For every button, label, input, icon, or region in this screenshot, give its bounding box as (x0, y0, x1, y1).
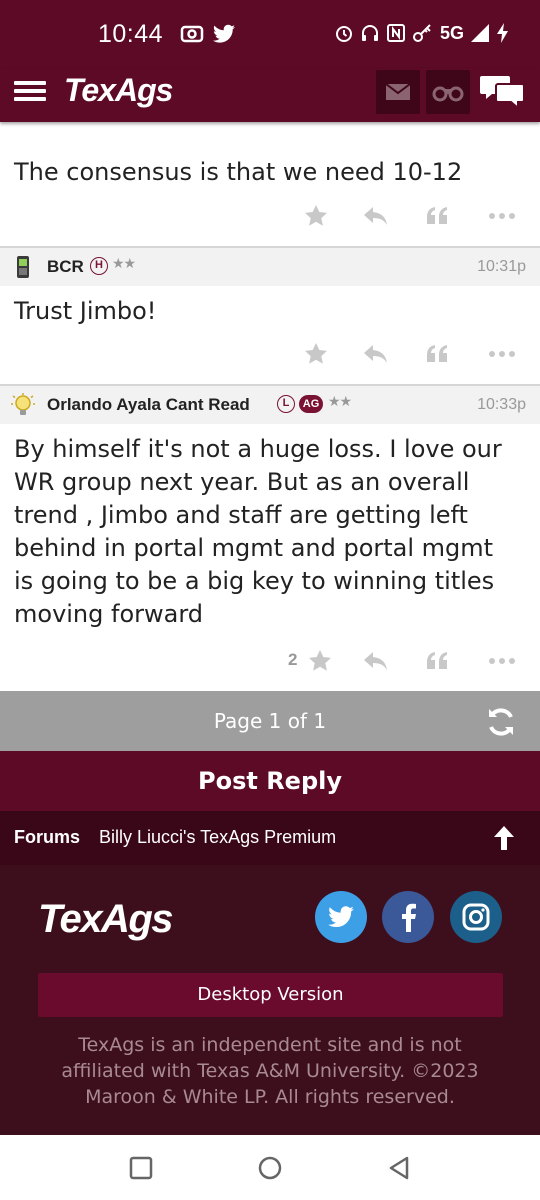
instagram-link[interactable] (450, 891, 502, 943)
breadcrumb-forums-link[interactable]: Forums (14, 827, 80, 848)
app-header: TexAgs (0, 68, 540, 122)
system-nav-bar (0, 1135, 540, 1200)
post-reply-button[interactable]: Post Reply (0, 751, 540, 811)
reply-button[interactable] (356, 641, 396, 681)
network-label: 5G (439, 22, 464, 43)
twitter-status-icon (213, 24, 235, 43)
post-time: 10:31p (477, 258, 526, 275)
more-icon (489, 658, 515, 664)
post-body: The consensus is that we need 10-12 (14, 158, 463, 186)
screen-record-icon (180, 25, 204, 43)
footer-logo[interactable]: TexAgs (38, 897, 174, 942)
alarm-icon (335, 26, 352, 42)
desktop-version-button[interactable]: Desktop Version (38, 973, 503, 1017)
arrow-up-icon[interactable] (490, 823, 518, 853)
more-icon (489, 351, 515, 357)
twitter-icon (328, 906, 354, 928)
twitter-link[interactable] (315, 891, 367, 943)
star-icon (305, 343, 327, 364)
reply-icon (364, 652, 387, 670)
status-notification-icons (180, 24, 236, 44)
post-actions (0, 196, 540, 236)
quote-button[interactable] (418, 641, 458, 681)
quote-button[interactable] (418, 196, 458, 236)
breadcrumb-current-link[interactable]: Billy Liucci's TexAgs Premium (99, 827, 336, 848)
post-body-line: trend , Jimbo and staff are getting left (14, 501, 468, 529)
menu-icon[interactable] (14, 77, 48, 107)
user-stars: ★★ (328, 394, 352, 410)
post-header: BCR H ★★ 10:31p (0, 248, 540, 286)
facebook-link[interactable] (382, 891, 434, 943)
like-button[interactable] (296, 334, 336, 374)
breadcrumb: Forums Billy Liucci's TexAgs Premium (0, 811, 540, 865)
star-icon (309, 650, 331, 671)
page-indicator[interactable]: Page 1 of 1 (0, 709, 540, 733)
chat-button[interactable] (480, 72, 526, 112)
post-body-line: WR group next year. But as an overall (14, 468, 470, 496)
status-bar: 10:44 5G (0, 0, 540, 68)
like-button[interactable] (296, 196, 336, 236)
status-system-icons: 5G (334, 22, 510, 44)
like-count: 2 (288, 650, 298, 669)
reply-button[interactable] (356, 196, 396, 236)
more-button[interactable] (484, 334, 520, 374)
facebook-icon (402, 903, 416, 932)
post-actions (0, 334, 540, 374)
more-button[interactable] (484, 196, 520, 236)
post-body-line: behind in portal mgmt and portal mgmt (14, 534, 494, 562)
post-header: Orlando Ayala Cant Read L AG ★★ 10:33p (0, 386, 540, 424)
quote-icon (427, 207, 447, 224)
reply-button[interactable] (356, 334, 396, 374)
more-button[interactable] (484, 641, 520, 681)
footer-disclaimer: TexAgs is an independent site and is not… (61, 1034, 479, 1108)
post-body-line: moving forward (14, 600, 204, 628)
nfc-icon (386, 24, 405, 42)
quote-icon (427, 345, 447, 362)
user-badge: L (277, 395, 295, 413)
footer: TexAgs Desktop Version TexAgs is an inde… (0, 865, 540, 1135)
reply-icon (364, 345, 387, 363)
user-stars: ★★ (112, 256, 136, 272)
post-body: Trust Jimbo! (14, 297, 157, 325)
more-icon (489, 213, 515, 219)
post-actions: 2 (0, 641, 540, 681)
user-badge: H (90, 257, 108, 275)
post-time: 10:33p (477, 396, 526, 413)
phone-icon (17, 256, 29, 278)
mail-button[interactable] (376, 70, 420, 114)
quote-icon (427, 652, 447, 669)
like-button[interactable] (300, 641, 340, 681)
chat-icon (480, 76, 525, 111)
refresh-icon[interactable] (484, 705, 518, 739)
signal-icon (471, 24, 489, 42)
mail-icon (385, 83, 411, 100)
headset-icon (361, 25, 378, 41)
status-time: 10:44 (98, 20, 164, 48)
post-username[interactable]: Orlando Ayala Cant Read (47, 395, 250, 415)
recents-icon[interactable] (126, 1153, 156, 1183)
back-icon[interactable] (385, 1153, 415, 1183)
binoculars-button[interactable] (426, 70, 470, 114)
quote-button[interactable] (418, 334, 458, 374)
brand-logo[interactable]: TexAgs (64, 72, 173, 109)
instagram-icon (462, 903, 490, 931)
user-badge: AG (299, 395, 323, 413)
home-icon[interactable] (255, 1153, 285, 1183)
post-body-line: By himself it's not a huge loss. I love … (14, 435, 502, 463)
post-username[interactable]: BCR (47, 257, 84, 277)
lightbulb-icon (11, 393, 35, 415)
reply-icon (364, 207, 387, 225)
binoculars-icon (432, 86, 464, 102)
pagination-bar: Page 1 of 1 (0, 691, 540, 751)
star-icon (305, 205, 327, 226)
key-icon (412, 24, 431, 42)
post-body-line: is going to be a big key to winning titl… (14, 567, 495, 595)
post-body: By himself it's not a huge loss. I love … (14, 433, 502, 631)
battery-charging-icon (497, 23, 508, 43)
